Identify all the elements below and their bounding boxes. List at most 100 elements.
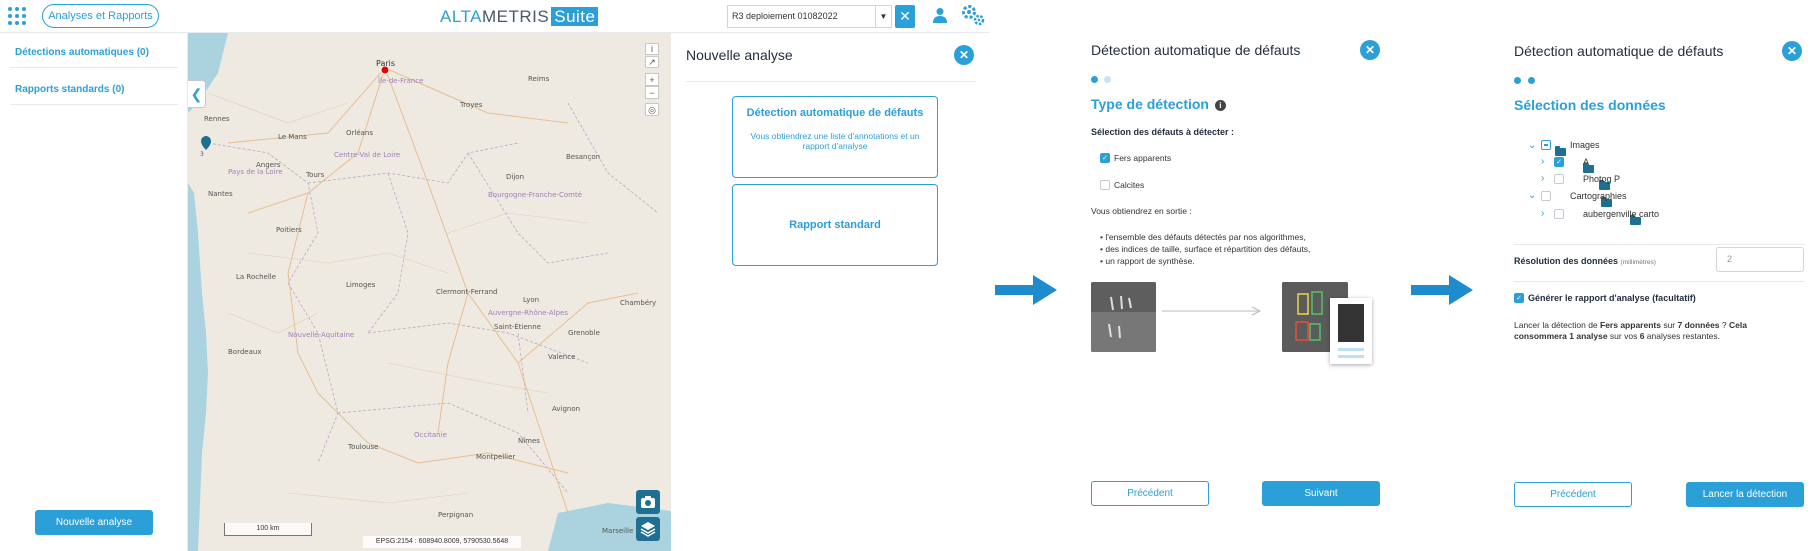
layers-button[interactable] — [636, 517, 660, 541]
resolution-label-text: Résolution des données — [1514, 256, 1619, 266]
map-label-auvergne: Auvergne-Rhône-Alpes — [488, 309, 568, 317]
user-icon[interactable] — [933, 7, 947, 28]
panel1-title: Nouvelle analyse — [686, 47, 793, 63]
chevron-down-icon[interactable]: ▼ — [875, 6, 891, 27]
map-label-dijon: Dijon — [506, 173, 524, 181]
output-bullet: • des indices de taille, surface et répa… — [1100, 244, 1311, 254]
map-label-occitanie: Occitanie — [414, 431, 447, 439]
zoom-out-button[interactable]: − — [645, 86, 659, 99]
project-select[interactable]: R3 deploiement 01082022 ▼ — [727, 5, 892, 28]
standard-report-card[interactable]: Rapport standard — [732, 184, 938, 266]
sidebar-divider — [10, 67, 178, 68]
step-1-dot — [1514, 77, 1521, 84]
map-label-grenoble: Grenoble — [568, 329, 600, 337]
resolution-input[interactable]: 2 — [1716, 247, 1804, 272]
data-selection-heading: Sélection des données — [1514, 97, 1666, 113]
panel1-divider — [686, 81, 976, 82]
checkbox-generate-report[interactable]: ✓ — [1514, 293, 1524, 303]
arrow-right-icon — [995, 275, 1057, 305]
step-2-dot — [1528, 77, 1535, 84]
panel3-close-button[interactable]: ✕ — [1782, 41, 1802, 61]
map-label-marseille: Marseille — [602, 527, 634, 535]
launch-detection-button[interactable]: Lancer la détection — [1686, 482, 1804, 507]
summary-defect: Fers apparents — [1600, 320, 1661, 330]
sidebar-item-reports[interactable]: Rapports standards (0) — [15, 84, 124, 95]
chevron-right-icon[interactable]: › — [1541, 156, 1544, 167]
arrow-right-icon — [1162, 306, 1262, 316]
camera-button[interactable] — [636, 490, 660, 514]
tree-node-images[interactable]: ⌄ — [1528, 139, 1536, 151]
analyses-reports-button[interactable]: Analyses et Rapports — [42, 4, 159, 28]
logo-suite: Suite — [551, 7, 599, 26]
chevron-down-icon[interactable]: ⌄ — [1528, 140, 1536, 151]
collapse-sidebar-button[interactable]: ❮ — [188, 80, 206, 108]
tree-label-cartographies: Cartographies — [1570, 191, 1627, 201]
launch-summary-text: Lancer la détection de Fers apparents su… — [1514, 320, 1789, 342]
panel2-previous-button[interactable]: Précédent — [1091, 481, 1209, 506]
map-label-rennes: Rennes — [204, 115, 230, 123]
folder-open-icon — [1555, 145, 1566, 156]
auto-detection-card-title: Détection automatique de défauts — [746, 107, 924, 119]
auto-detection-card-desc: Vous obtiendrez une liste d'annotations … — [750, 131, 920, 151]
panel2-title: Détection automatique de défauts — [1091, 42, 1301, 58]
output-bullet: • l'ensemble des défauts détectés par no… — [1100, 232, 1306, 242]
map-label-bordeaux: Bordeaux — [228, 348, 262, 356]
checkbox-a[interactable]: ✓ — [1554, 157, 1564, 167]
option-fers-apparents-label: Fers apparents — [1114, 153, 1172, 163]
sidebar-item-detections[interactable]: Détections automatiques (0) — [15, 47, 149, 58]
input-image-thumbnail — [1091, 282, 1156, 352]
detection-type-heading: Type de détection — [1091, 96, 1209, 112]
apps-grid-icon[interactable] — [8, 7, 26, 25]
map-label-limoges: Limoges — [346, 281, 376, 289]
settings-gear-icon[interactable] — [960, 3, 986, 32]
panel2-next-button[interactable]: Suivant — [1262, 481, 1380, 506]
locate-icon[interactable]: ◎ — [645, 103, 659, 116]
checkbox-photog-p[interactable] — [1554, 174, 1564, 184]
zoom-in-button[interactable]: + — [645, 73, 659, 86]
option-calcites-label: Calcites — [1114, 180, 1145, 190]
chevron-down-icon[interactable]: ⌄ — [1528, 190, 1536, 201]
auto-detection-card[interactable]: Détection automatique de défauts Vous ob… — [732, 96, 938, 178]
defect-selection-label: Sélection des défauts à détecter : — [1091, 127, 1235, 137]
standard-report-card-title: Rapport standard — [789, 219, 881, 231]
map-label-avignon: Avignon — [552, 405, 581, 413]
map-label-nouvelle-aquitaine: Nouvelle-Aquitaine — [288, 331, 355, 339]
map-label-pays-de-la-loire: Pays de la Loire — [228, 168, 283, 176]
map-label-centre: Centre-Val de Loire — [334, 151, 401, 159]
coordinates-readout: EPSG:2154 : 608940.8009, 5790530.5648 — [363, 536, 521, 548]
checkbox-calcites[interactable] — [1100, 180, 1110, 190]
tree-label-aubergenville: aubergenville carto — [1583, 209, 1660, 219]
map-view[interactable]: Paris Île-de-France Rennes Nantes Angers… — [188, 33, 671, 551]
panel3-previous-button[interactable]: Précédent — [1514, 482, 1632, 507]
map-label-montpellier: Montpellier — [476, 453, 516, 461]
summary-text: analyses restantes. — [1644, 331, 1721, 341]
checkbox-cartographies[interactable] — [1541, 191, 1551, 201]
checkbox-images[interactable] — [1541, 140, 1551, 150]
fullscreen-icon[interactable]: ↗ — [645, 56, 659, 68]
panel1-close-button[interactable]: ✕ — [954, 45, 974, 65]
map-label-bourgogne: Bourgogne-Franche-Comté — [488, 191, 582, 199]
map-label-saint-etienne: Saint-Étienne — [494, 323, 541, 331]
checkbox-fers-apparents[interactable]: ✓ — [1100, 153, 1110, 163]
map-label-region: Île-de-France — [378, 77, 424, 85]
resolution-label: Résolution des données (millimètres) — [1514, 256, 1656, 266]
new-analysis-button[interactable]: Nouvelle analyse — [35, 510, 153, 535]
map-label-toulouse: Toulouse — [348, 443, 379, 451]
checkbox-aubergenville-carto[interactable] — [1554, 209, 1564, 219]
step-1-dot — [1091, 76, 1098, 83]
map-label-troyes: Troyes — [460, 101, 483, 109]
info-icon[interactable]: i — [1214, 99, 1226, 111]
info-icon[interactable]: i — [645, 43, 659, 55]
chevron-right-icon[interactable]: › — [1541, 173, 1544, 184]
chevron-right-icon[interactable]: › — [1541, 208, 1544, 219]
divider — [1514, 244, 1804, 245]
panel2-close-button[interactable]: ✕ — [1360, 40, 1380, 60]
marker-count: 3 — [200, 151, 204, 158]
summary-text: sur — [1660, 320, 1678, 330]
output-bullet: • un rapport de synthèse. — [1100, 256, 1195, 266]
clear-project-button[interactable]: ✕ — [895, 5, 915, 28]
layers-icon — [640, 522, 656, 537]
generate-report-label: Générer le rapport d'analyse (facultatif… — [1528, 293, 1696, 303]
step-2-dot — [1104, 76, 1111, 83]
map-background — [188, 33, 671, 551]
